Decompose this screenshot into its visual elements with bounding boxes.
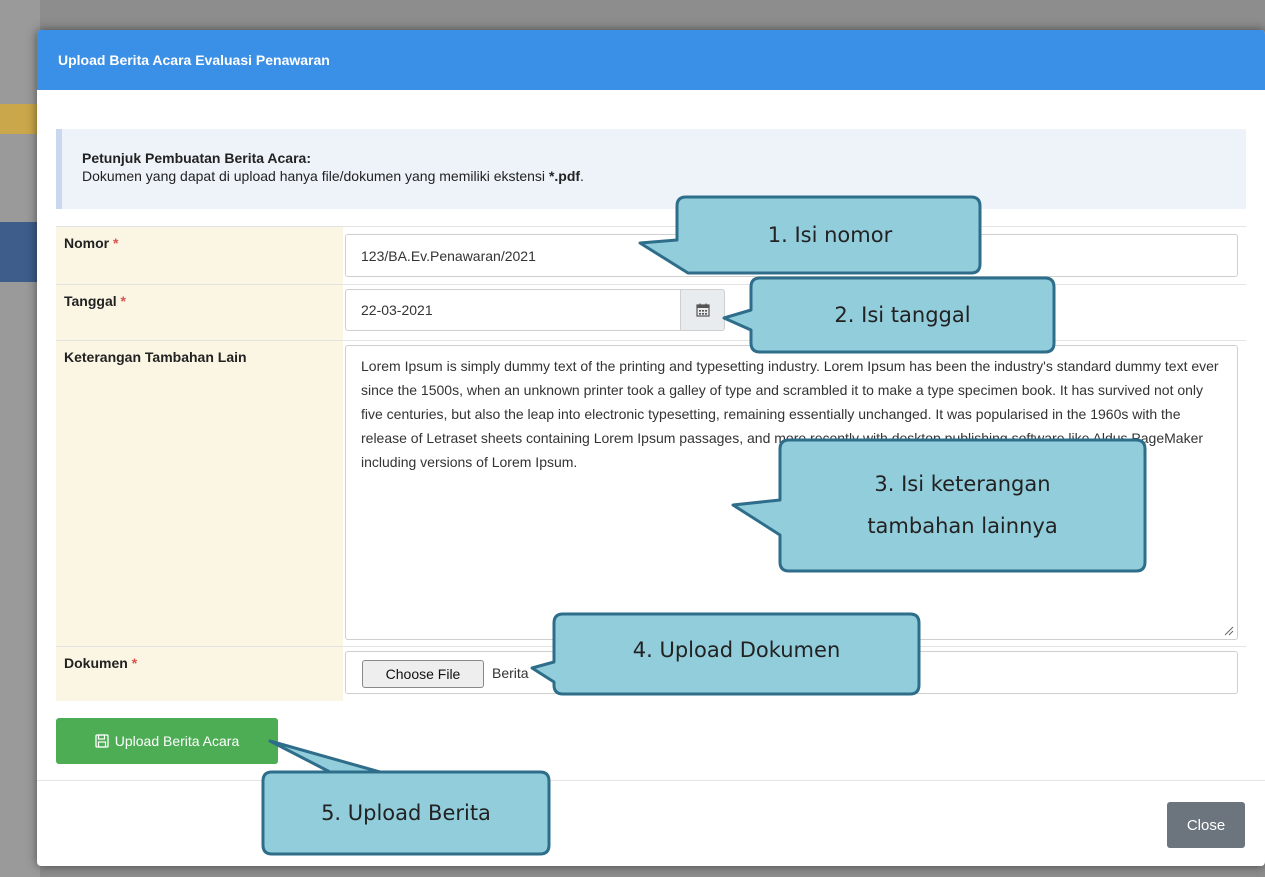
background-strip bbox=[0, 222, 40, 282]
choose-file-button[interactable]: Choose File bbox=[362, 660, 484, 688]
callout-3-text-line1: 3. Isi keterangan bbox=[874, 472, 1051, 496]
callout-1-text: 1. Isi nomor bbox=[767, 223, 893, 247]
tanggal-input[interactable]: 22-03-2021 bbox=[345, 289, 681, 331]
callout-3-text-line2: tambahan lainnya bbox=[867, 514, 1058, 538]
file-name: Berita bbox=[492, 665, 529, 681]
instruction-notice: Petunjuk Pembuatan Berita Acara: Dokumen… bbox=[56, 129, 1246, 209]
calendar-icon bbox=[695, 303, 710, 317]
save-icon bbox=[95, 734, 109, 748]
modal-header: Upload Berita Acara Evaluasi Penawaran bbox=[37, 30, 1265, 90]
modal-title: Upload Berita Acara Evaluasi Penawaran bbox=[58, 52, 330, 68]
upload-modal: Upload Berita Acara Evaluasi Penawaran P… bbox=[37, 30, 1265, 866]
close-button[interactable]: Close bbox=[1167, 802, 1245, 848]
dokumen-label: Dokumen * bbox=[56, 647, 343, 701]
callout-5-text: 5. Upload Berita bbox=[321, 801, 491, 825]
notice-text: Dokumen yang dapat di upload hanya file/… bbox=[82, 168, 584, 184]
callout-2-text: 2. Isi tanggal bbox=[834, 303, 971, 327]
row-nomor: Nomor * 123/BA.Ev.Penawaran/2021 bbox=[56, 226, 1246, 285]
row-tanggal: Tanggal * 22-03-2021 bbox=[56, 284, 1246, 341]
background-strip bbox=[0, 104, 40, 134]
nomor-label: Nomor * bbox=[56, 227, 343, 285]
resize-handle-icon[interactable] bbox=[1224, 626, 1234, 636]
tanggal-label: Tanggal * bbox=[56, 285, 343, 341]
callout-4-text: 4. Upload Dokumen bbox=[632, 638, 841, 662]
calendar-button[interactable] bbox=[680, 289, 725, 331]
modal-footer-divider bbox=[37, 780, 1265, 781]
upload-berita-acara-button[interactable]: Upload Berita Acara bbox=[56, 718, 278, 764]
keterangan-label: Keterangan Tambahan Lain bbox=[56, 341, 343, 647]
notice-heading: Petunjuk Pembuatan Berita Acara: bbox=[82, 150, 311, 166]
background-page bbox=[0, 0, 40, 877]
